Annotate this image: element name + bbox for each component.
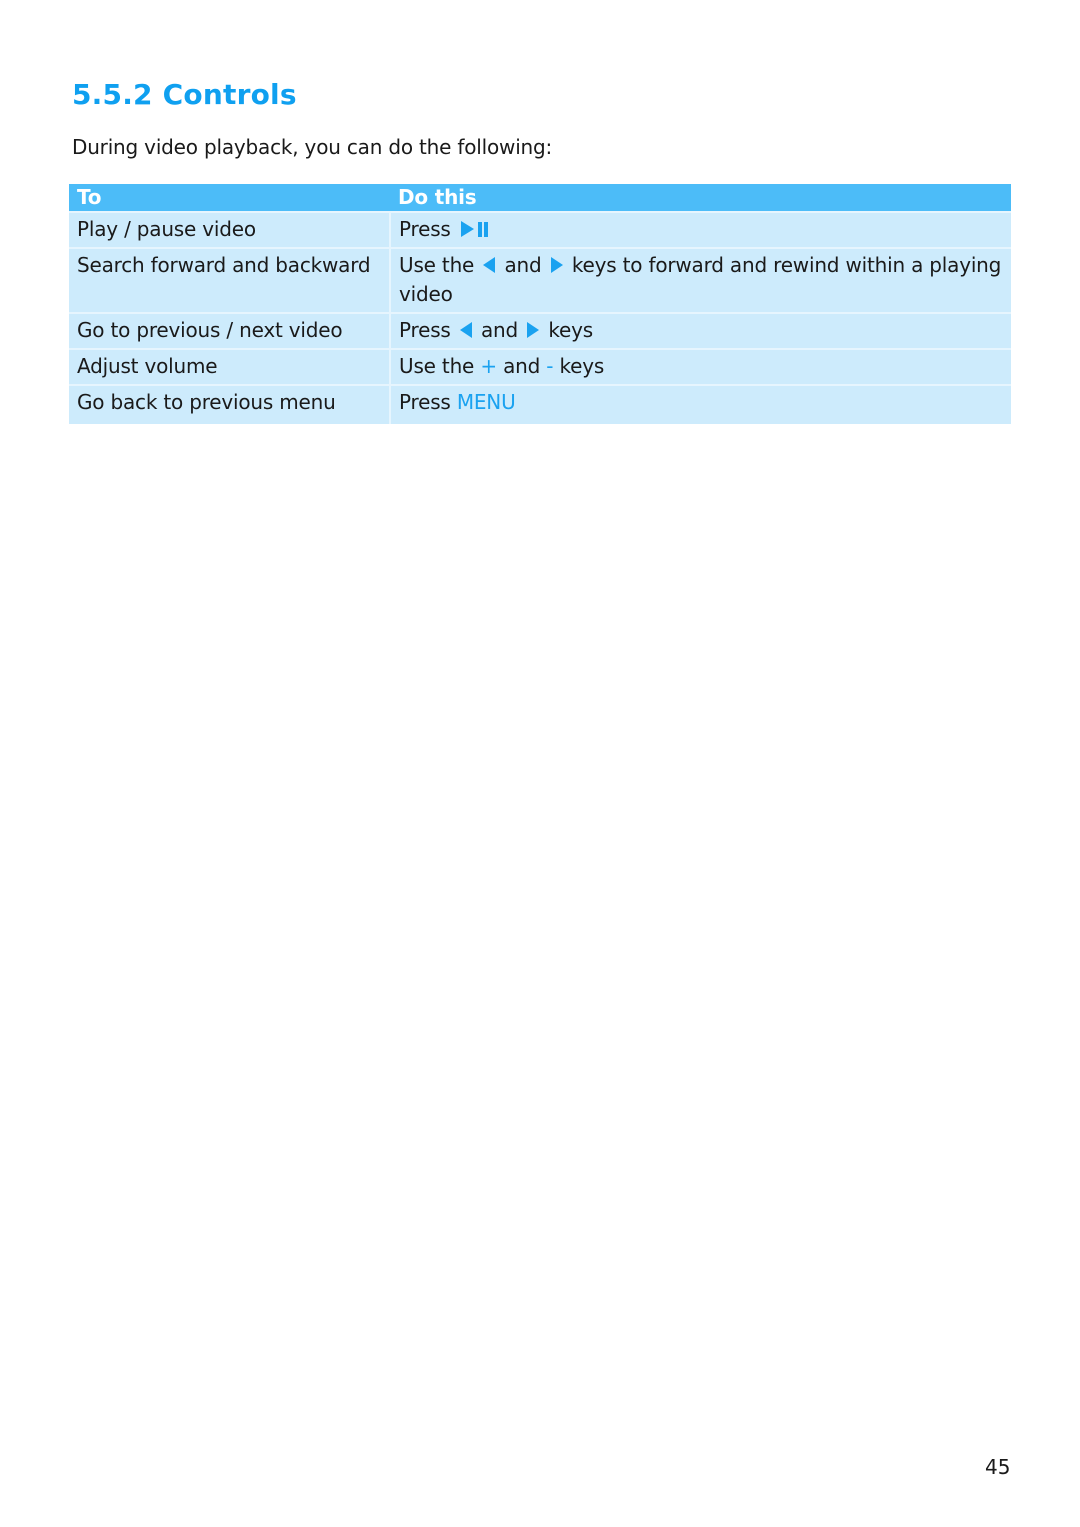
table-row: Search forward and backward Use the and … [69,247,1011,313]
menu-key: MENU [456,390,516,414]
cell-to: Search forward and backward [69,247,391,313]
cell-text: and [480,318,519,342]
cell-do-this: Press and keys [390,312,1011,349]
table-row: Go to previous / next video Press and ke… [69,312,1011,349]
cell-do-this: Use the and keys to forward and rewind w… [390,247,1011,313]
cell-text: Use the [399,253,475,277]
cell-to: Play / pause video [69,211,391,248]
cell-text: keys [559,354,605,378]
controls-table: To Do this Play / pause video Press Sear… [69,184,1011,424]
right-triangle-icon [527,322,540,338]
left-triangle-icon [459,322,472,338]
cell-do-this: Use the + and - keys [390,348,1011,385]
play-pause-icon [460,221,488,237]
cell-to: Go back to previous menu [69,384,391,424]
table-header-row: To Do this [69,184,1011,212]
cell-text: and [503,354,541,378]
cell-to: Adjust volume [69,348,391,385]
page-number: 45 [985,1455,1011,1479]
cell-do-this: Press MENU [390,384,1011,424]
cell-text: Press [399,318,451,342]
table-row: Adjust volume Use the + and - keys [69,348,1011,385]
left-triangle-icon [483,257,496,273]
header-to: To [69,184,390,212]
cell-do-this: Press [390,211,1011,248]
cell-text: Press [399,217,451,241]
cell-text: and [504,253,542,277]
cell-text: Use the [399,354,475,378]
plus-key: + [480,354,497,378]
cell-to: Go to previous / next video [69,312,391,349]
right-triangle-icon [550,257,563,273]
header-do-this: Do this [390,184,1011,212]
cell-text: keys [548,318,593,342]
cell-text: Press [399,390,451,414]
intro-text: During video playback, you can do the fo… [72,135,553,159]
section-heading: 5.5.2 Controls [72,78,297,111]
table-row: Play / pause video Press [69,211,1011,248]
minus-key: - [546,354,554,378]
table-row: Go back to previous menu Press MENU [69,384,1011,424]
